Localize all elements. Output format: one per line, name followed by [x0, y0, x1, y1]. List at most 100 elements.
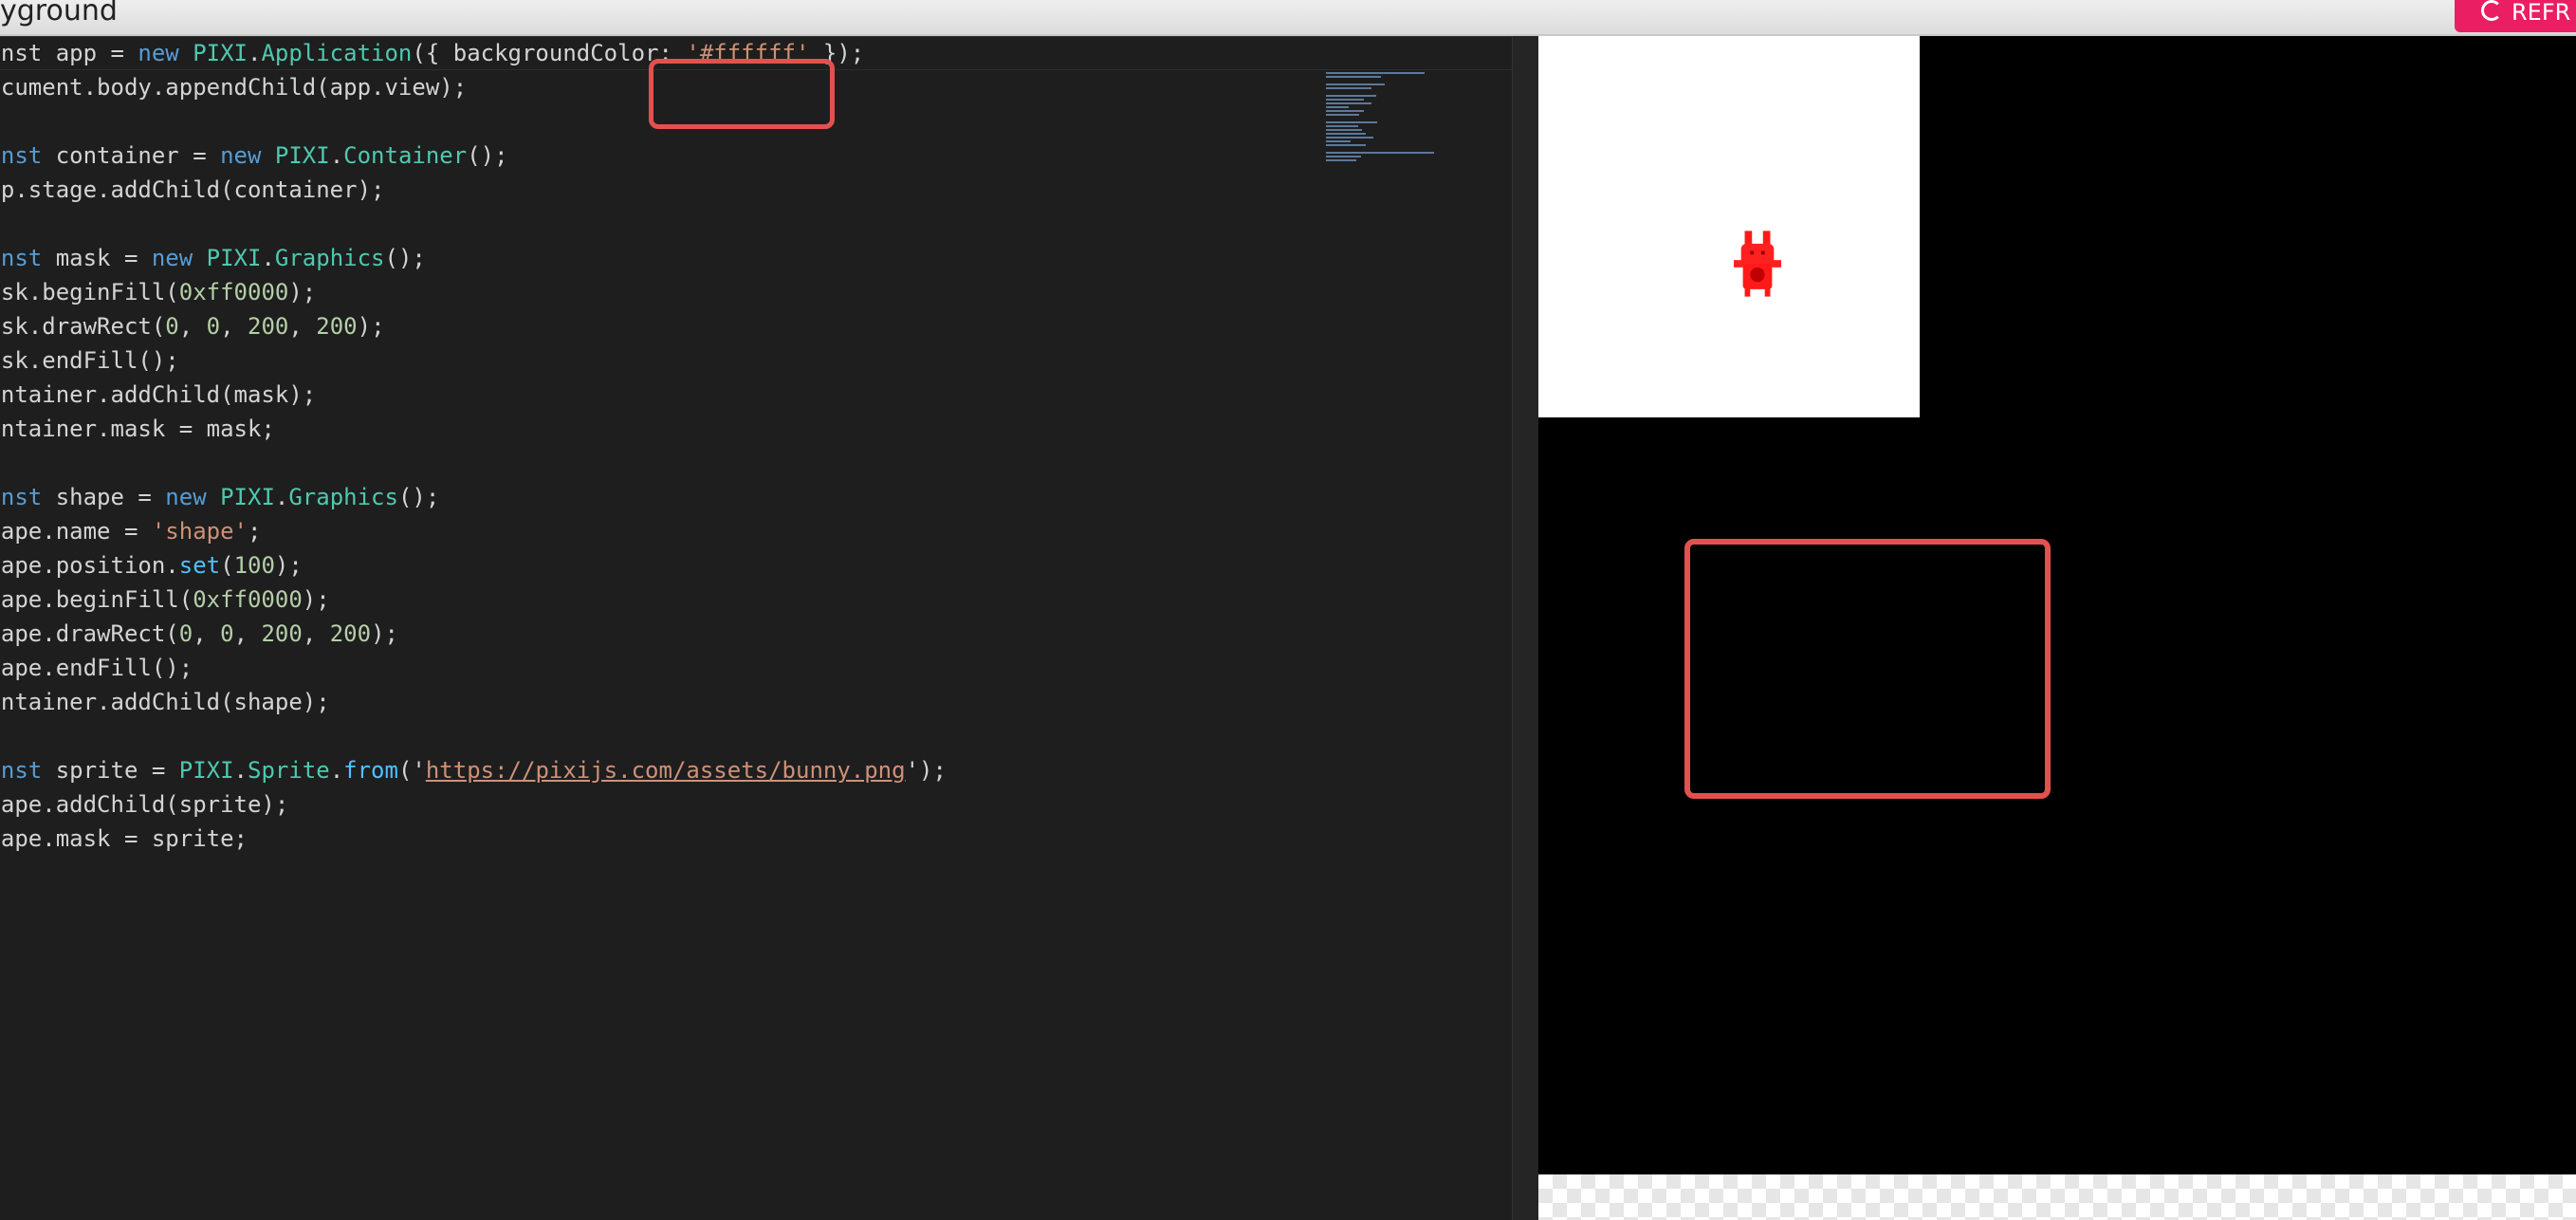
preview-panel	[1538, 36, 2576, 1220]
minimap-line	[1326, 140, 1351, 142]
code-line[interactable]: shape.position.set(100);	[0, 548, 947, 582]
code-line[interactable]: const mask = new PIXI.Graphics();	[0, 241, 947, 275]
code-token: new	[220, 142, 275, 169]
code-token: });	[809, 40, 865, 66]
code-token: 'shape'	[151, 518, 248, 545]
code-token: 0	[178, 620, 193, 647]
minimap-line	[1326, 159, 1356, 161]
code-token: mask.drawRect(	[0, 313, 166, 340]
code-token: set	[178, 552, 221, 579]
code-token: .	[261, 245, 275, 271]
code-line[interactable]	[0, 207, 947, 241]
code-token: );	[371, 620, 398, 647]
code-token: shape.drawRect(	[0, 620, 179, 647]
code-token: shape.endFill();	[0, 655, 193, 681]
code-token: .	[233, 757, 248, 784]
code-token: PIXI	[206, 245, 262, 271]
code-token: const	[0, 484, 43, 510]
code-token: 200	[248, 313, 289, 340]
code-token: ;	[248, 518, 262, 545]
code-line[interactable]: app.stage.addChild(container);	[0, 173, 947, 207]
code-token: .	[329, 142, 344, 169]
code-lines[interactable]: const app = new PIXI.Application({ backg…	[0, 36, 947, 856]
code-token: (	[220, 552, 234, 579]
minimap-line	[1326, 144, 1366, 146]
editor-scrollbar[interactable]	[1512, 36, 1538, 1220]
code-token: mask.endFill();	[0, 347, 179, 374]
code-token: container.addChild(shape);	[0, 689, 330, 715]
refresh-button[interactable]: REFR	[2455, 0, 2576, 32]
code-token: shape.mask = sprite;	[0, 825, 248, 852]
page-title: yground	[0, 0, 118, 28]
code-line[interactable]: mask.beginFill(0xff0000);	[0, 275, 947, 309]
minimap-line	[1326, 102, 1371, 104]
code-token: '#ffffff'	[686, 40, 810, 66]
code-token: document.body.appendChild(app.view);	[0, 74, 468, 101]
code-token: const app =	[0, 40, 124, 66]
code-token: https://pixijs.com/assets/bunny.png	[425, 757, 906, 784]
code-token: shape =	[55, 484, 166, 510]
code-token: container =	[55, 142, 221, 169]
code-token: app.stage.addChild(container);	[0, 176, 385, 203]
code-token: shape.position.	[0, 552, 179, 579]
code-line[interactable]: const shape = new PIXI.Graphics();	[0, 480, 947, 514]
code-token: new	[165, 484, 221, 510]
code-token: 200	[261, 620, 303, 647]
code-token: PIXI	[193, 40, 248, 66]
editor-minimap[interactable]	[1326, 72, 1468, 167]
code-token: new	[138, 40, 193, 66]
code-token: 200	[316, 313, 358, 340]
minimap-line	[1326, 133, 1366, 135]
code-line[interactable]: shape.mask = sprite;	[0, 822, 947, 856]
code-line[interactable]: shape.beginFill(0xff0000);	[0, 582, 947, 617]
code-token: ,	[302, 620, 330, 647]
code-token: );	[274, 552, 303, 579]
minimap-line	[1326, 76, 1381, 78]
code-line[interactable]: shape.addChild(sprite);	[0, 787, 947, 822]
code-line[interactable]: const sprite = PIXI.Sprite.from('https:/…	[0, 753, 947, 787]
code-token: ();	[467, 142, 508, 169]
minimap-line	[1326, 95, 1376, 97]
code-token: ,	[288, 313, 317, 340]
code-token: const	[0, 757, 43, 784]
code-token: Container	[343, 142, 468, 169]
code-token: 0xff0000	[193, 586, 303, 613]
code-token: shape.beginFill(	[0, 586, 193, 613]
masked-white-area	[1538, 36, 1920, 417]
minimap-line	[1326, 156, 1361, 157]
code-line[interactable]: shape.drawRect(0, 0, 200, 200);	[0, 617, 947, 651]
code-token: ,	[220, 313, 248, 340]
code-line[interactable]	[0, 104, 947, 139]
code-line[interactable]: document.body.appendChild(app.view);	[0, 70, 947, 104]
code-token: mask =	[55, 245, 152, 271]
code-token: new	[151, 245, 207, 271]
code-token: from	[343, 757, 398, 784]
annotation-box-shape-area	[1684, 539, 2051, 799]
code-line[interactable]: container.addChild(shape);	[0, 685, 947, 719]
minimap-line	[1326, 99, 1364, 101]
code-token: );	[302, 586, 330, 613]
code-line[interactable]: const container = new PIXI.Container();	[0, 139, 947, 173]
code-line[interactable]: shape.name = 'shape';	[0, 514, 947, 548]
minimap-line	[1326, 125, 1358, 127]
code-token: ,	[178, 313, 207, 340]
code-line[interactable]	[0, 719, 947, 753]
code-line[interactable]: mask.drawRect(0, 0, 200, 200);	[0, 309, 947, 343]
bunny-icon	[1734, 231, 1781, 297]
code-token: Graphics	[288, 484, 398, 510]
code-token: .	[329, 757, 344, 784]
code-line[interactable]: shape.endFill();	[0, 651, 947, 685]
code-line[interactable]: container.addChild(mask);	[0, 378, 947, 412]
code-token: ,	[193, 620, 221, 647]
code-token: .	[247, 40, 262, 66]
pixi-canvas[interactable]	[1538, 36, 2576, 1174]
minimap-line	[1326, 152, 1434, 154]
code-token: ({ backgroundColor:	[412, 40, 687, 66]
code-line[interactable]: mask.endFill();	[0, 343, 947, 378]
minimap-line	[1326, 114, 1360, 116]
code-line[interactable]: const app = new PIXI.Application({ backg…	[0, 36, 947, 70]
code-editor[interactable]: const app = new PIXI.Application({ backg…	[0, 36, 1512, 1220]
code-line[interactable]: container.mask = mask;	[0, 412, 947, 446]
code-token: ();	[397, 484, 440, 510]
code-line[interactable]	[0, 446, 947, 480]
